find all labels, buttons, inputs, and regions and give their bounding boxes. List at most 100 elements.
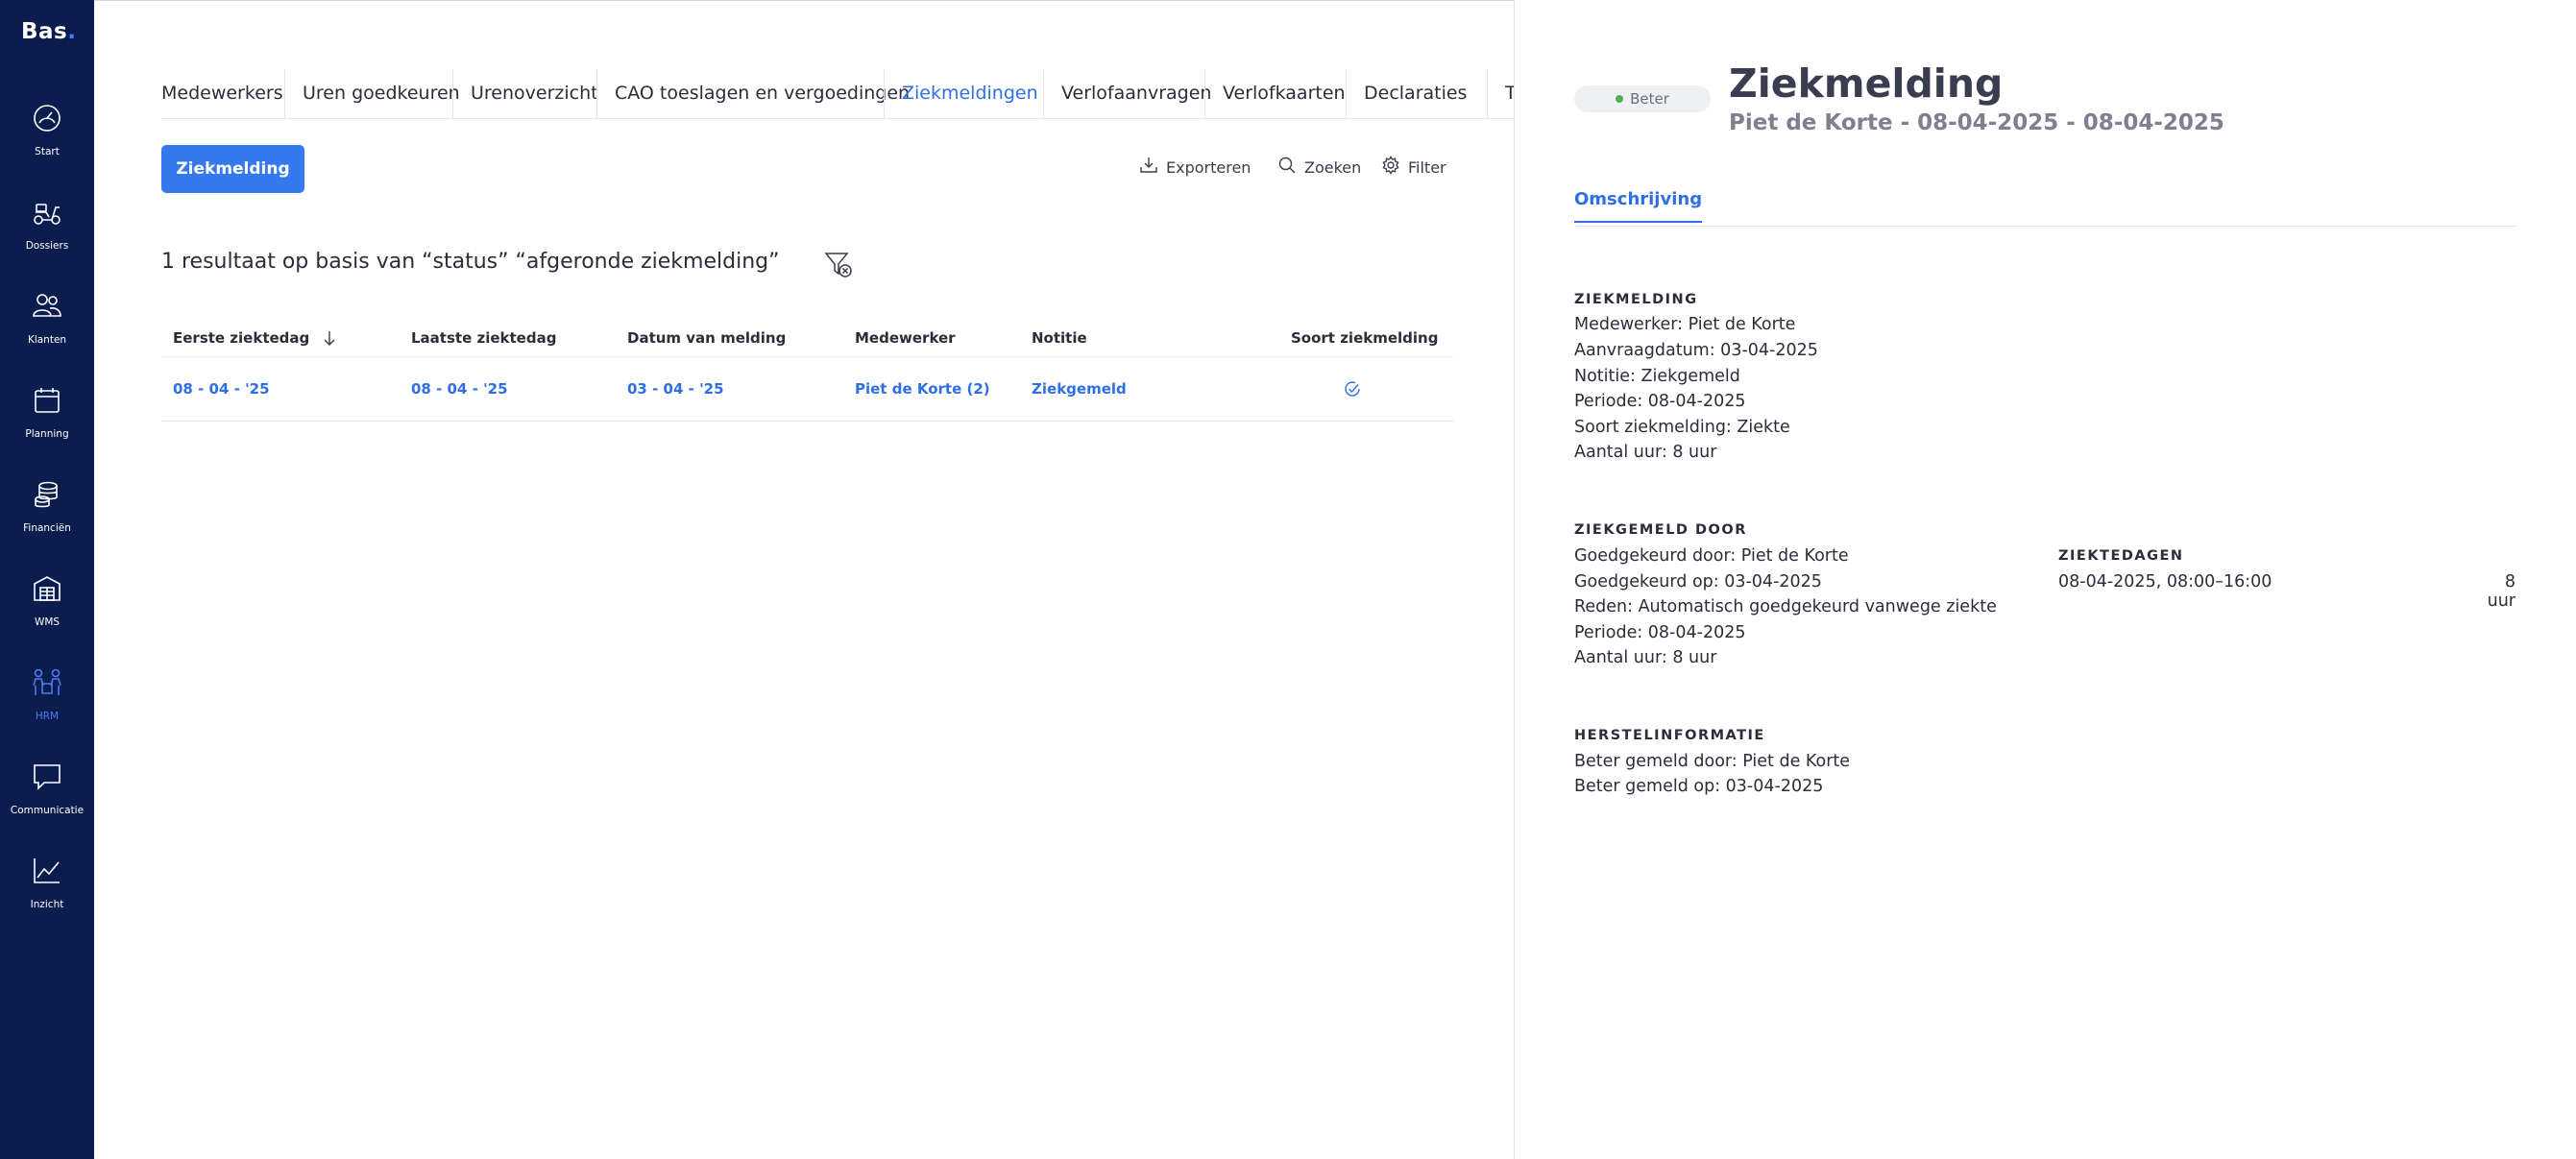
col-header-notitie[interactable]: Notitie <box>1032 329 1087 347</box>
sidebar-item-dossiers[interactable]: Dossiers <box>0 196 94 263</box>
coins-icon <box>31 478 63 515</box>
cell-datum-van-melding[interactable]: 03 - 04 - '25 <box>627 380 724 398</box>
col-header-soort-ziekmelding[interactable]: Soort ziekmelding <box>1291 329 1438 347</box>
tab-separator <box>1346 69 1347 118</box>
table-row <box>161 421 1454 422</box>
result-summary: 1 resultaat op basis van “status” “afger… <box>161 250 780 274</box>
sidebar: Bas. Start Dossiers Klanten Planning Fin… <box>0 0 94 1159</box>
table-header-divider <box>161 356 1454 357</box>
tab-declaraties[interactable]: Declaraties <box>1364 69 1467 118</box>
search-label: Zoeken <box>1304 157 1362 177</box>
tab-verlofaanvragen[interactable]: Verlofaanvragen <box>1061 69 1211 118</box>
ziekgemeld-line: Goedgekeurd door: Piet de Korte <box>1574 546 1849 566</box>
export-label: Exporteren <box>1166 157 1252 177</box>
tab-team[interactable]: Tea <box>1487 69 1514 118</box>
sidebar-item-hrm[interactable]: HRM <box>0 666 94 734</box>
cell-laatste-ziektedag[interactable]: 08 - 04 - '25 <box>411 380 508 398</box>
sidebar-item-label: Dossiers <box>25 240 69 252</box>
sidebar-item-financien[interactable]: Financiën <box>0 478 94 545</box>
detail-tab-divider <box>1574 226 2515 227</box>
tab-separator <box>1043 69 1044 118</box>
cell-notitie[interactable]: Ziekgemeld <box>1032 380 1127 398</box>
new-ziekmelding-button[interactable]: Ziekmelding <box>161 145 304 193</box>
ziekgemeld-line: Goedgekeurd op: 03-04-2025 <box>1574 572 1822 592</box>
herstel-line: Beter gemeld op: 03-04-2025 <box>1574 777 1824 796</box>
ziektedag-entry: 08-04-2025, 08:00–16:00 <box>2058 572 2272 592</box>
tab-cao-toeslagen[interactable]: CAO toeslagen en vergoedingen <box>615 69 910 118</box>
sidebar-item-planning[interactable]: Planning <box>0 384 94 451</box>
cell-medewerker[interactable]: Piet de Korte (2) <box>855 380 990 398</box>
filter-button[interactable]: Filter <box>1381 156 1446 179</box>
tab-uren-goedkeuren[interactable]: Uren goedkeuren <box>303 69 460 118</box>
sidebar-item-inzicht[interactable]: Inzicht <box>0 855 94 922</box>
ziekmelding-line: Medewerker: Piet de Korte <box>1574 315 1796 334</box>
col-header-laatste-ziektedag[interactable]: Laatste ziektedag <box>411 329 556 347</box>
sort-down-arrow-icon <box>323 330 336 350</box>
chat-bubble-icon <box>31 761 63 797</box>
status-badge: Beter <box>1574 85 1711 112</box>
dashboard-gauge-icon <box>31 102 63 138</box>
cell-eerste-ziektedag[interactable]: 08 - 04 - '25 <box>173 380 270 398</box>
sidebar-item-label: Communicatie <box>10 805 85 816</box>
tab-separator <box>284 69 285 118</box>
ziekgemeld-line: Reden: Automatisch goedgekeurd vanwege z… <box>1574 597 1997 616</box>
search-button[interactable]: Zoeken <box>1277 156 1361 179</box>
customers-icon <box>31 290 63 326</box>
gear-icon <box>1381 156 1400 179</box>
detail-title: Ziekmelding <box>1729 60 2004 107</box>
ziekmelding-line: Aanvraagdatum: 03-04-2025 <box>1574 341 1818 360</box>
recovered-check-icon[interactable] <box>1343 379 1362 398</box>
scooter-icon <box>31 196 63 232</box>
ziekmelding-line: Notitie: Ziekgemeld <box>1574 367 1740 386</box>
sidebar-item-label: HRM <box>35 711 60 722</box>
tab-urenoverzicht[interactable]: Urenoverzicht <box>471 69 598 118</box>
ziekgemeld-line: Periode: 08-04-2025 <box>1574 623 1746 642</box>
ziekmelding-line: Soort ziekmelding: Ziekte <box>1574 418 1790 437</box>
ziekmelding-line: Periode: 08-04-2025 <box>1574 392 1746 411</box>
col-header-eerste-ziektedag[interactable]: Eerste ziektedag <box>173 329 336 350</box>
tab-ziekmeldingen[interactable]: Ziekmeldingen <box>902 69 1038 118</box>
sidebar-item-wms[interactable]: WMS <box>0 572 94 640</box>
sidebar-item-label: Start <box>35 146 60 157</box>
people-meeting-icon <box>31 666 63 703</box>
tab-separator <box>452 69 453 118</box>
warehouse-icon <box>31 572 63 609</box>
calendar-icon <box>31 384 63 421</box>
detail-panel: Beter Ziekmelding Piet de Korte - 08-04-… <box>1515 0 2576 1159</box>
tab-omschrijving[interactable]: Omschrijving <box>1574 189 1703 223</box>
tab-verlofkaarten[interactable]: Verlofkaarten <box>1223 69 1346 118</box>
export-button[interactable]: Exporteren <box>1139 156 1251 179</box>
detail-subtitle: Piet de Korte - 08-04-2025 - 08-04-2025 <box>1729 110 2224 135</box>
tab-separator <box>596 69 597 118</box>
col-header-medewerker[interactable]: Medewerker <box>855 329 956 347</box>
tab-medewerkers[interactable]: Medewerkers <box>161 69 283 118</box>
line-chart-icon <box>31 855 63 891</box>
ziektedag-hours: 8 uur <box>2487 572 2515 611</box>
ziekgemeld-line: Aantal uur: 8 uur <box>1574 648 1717 667</box>
sidebar-item-label: WMS <box>34 616 61 628</box>
search-icon <box>1277 156 1297 179</box>
sidebar-item-label: Financiën <box>23 522 71 534</box>
tab-separator <box>1204 69 1205 118</box>
tab-separator <box>884 69 885 118</box>
sidebar-item-communicatie[interactable]: Communicatie <box>0 761 94 828</box>
herstel-line: Beter gemeld door: Piet de Korte <box>1574 752 1851 771</box>
sidebar-item-label: Planning <box>25 428 69 440</box>
filter-label: Filter <box>1408 157 1446 177</box>
download-icon <box>1139 156 1158 179</box>
section-heading-ziektedagen: ZIEKTEDAGEN <box>2058 548 2184 564</box>
sidebar-item-start[interactable]: Start <box>0 102 94 169</box>
app-logo[interactable]: Bas. <box>21 19 77 44</box>
section-heading-herstelinformatie: HERSTELINFORMATIE <box>1574 728 1765 743</box>
sidebar-item-label: Inzicht <box>30 899 64 910</box>
hrm-tabs: Medewerkers Uren goedkeuren Urenoverzich… <box>161 69 1514 119</box>
sidebar-item-label: Klanten <box>27 334 67 346</box>
clear-filter-icon[interactable] <box>824 250 855 280</box>
ziekmelding-line: Aantal uur: 8 uur <box>1574 443 1717 462</box>
sidebar-item-klanten[interactable]: Klanten <box>0 290 94 357</box>
col-header-datum-van-melding[interactable]: Datum van melding <box>627 329 786 347</box>
status-dot <box>1616 95 1624 103</box>
main-content: Medewerkers Uren goedkeuren Urenoverzich… <box>94 0 1514 1159</box>
section-heading-ziekmelding: ZIEKMELDING <box>1574 292 1698 307</box>
section-heading-ziekgemeld-door: ZIEKGEMELD DOOR <box>1574 522 1747 538</box>
